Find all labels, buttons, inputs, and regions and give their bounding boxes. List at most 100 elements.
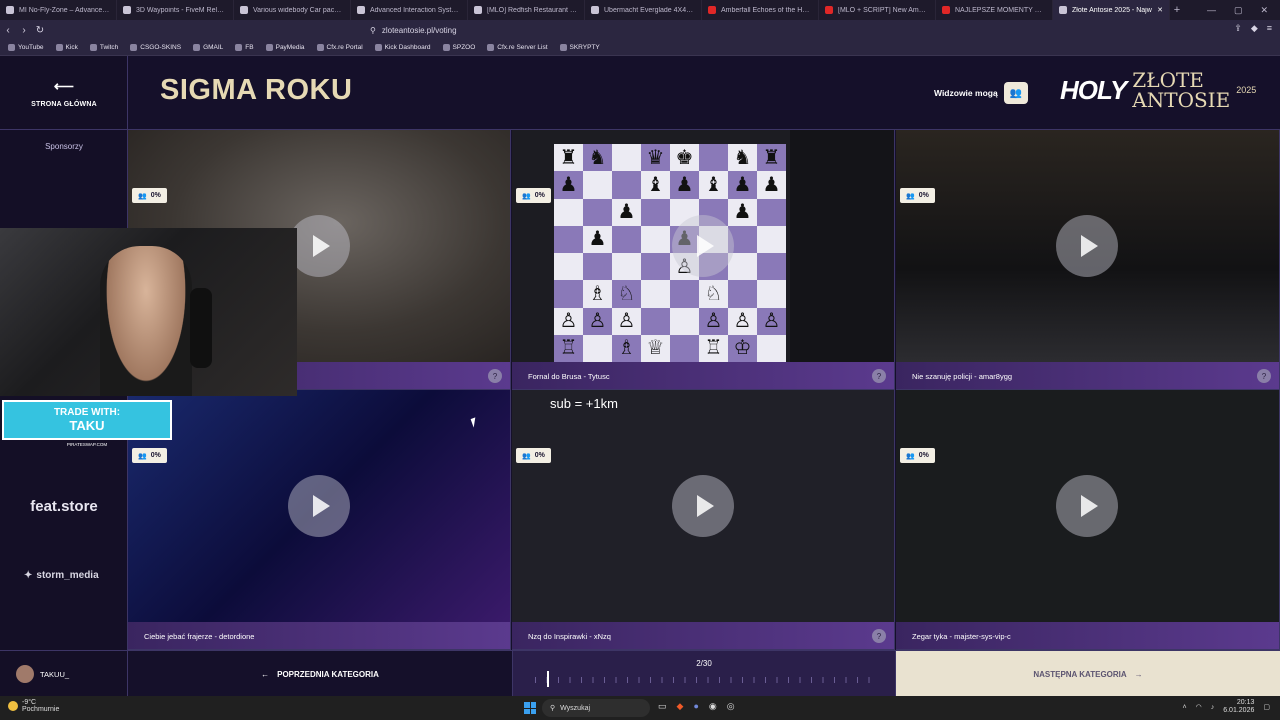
browser-tab[interactable]: Ubermacht Everglade 4X4 Wildtrai <box>585 0 702 20</box>
webcam-overlay <box>0 228 297 396</box>
browser-tab-active[interactable]: Złote Antosie 2025 - Najw ✕ <box>1053 0 1170 20</box>
notification-icon[interactable]: ▢ <box>1263 703 1270 711</box>
discord-icon[interactable]: ● <box>693 701 698 712</box>
bookmark-icon <box>130 44 138 51</box>
chevron-up-icon[interactable]: ˄ <box>1183 704 1187 711</box>
bookmark-icon <box>89 44 97 51</box>
browser-tab-bar: MI No-Fly-Zone – Advanced Airsp 3D Waypo… <box>0 0 1280 20</box>
browser-tab[interactable]: [MLO] Redfish Restaurant - BlackV <box>468 0 585 20</box>
window-controls: — ▢ ✕ <box>1207 5 1280 16</box>
previous-category-button[interactable]: ← POPRZEDNIA KATEGORIA <box>128 651 512 697</box>
sponsors-label: Sponsorzy <box>45 142 83 151</box>
close-window-icon[interactable]: ✕ <box>1260 5 1268 16</box>
vote-percent-badge: 👥 0% <box>516 188 551 203</box>
video-caption: Ciebie jebać frajerze - detordione <box>128 622 510 649</box>
file-explorer-icon[interactable]: ▭ <box>658 701 667 712</box>
video-card[interactable]: sub = +1km 👥 0% Nzq do Inspirawki - xNzq? <box>512 390 895 650</box>
user-profile[interactable]: TAKUU_ <box>0 651 128 697</box>
play-button[interactable] <box>672 215 734 277</box>
trade-box: TRADE WITH: TAKU <box>2 400 172 440</box>
system-tray: ˄ ◠ ♪ 20:13 6.01.2026 ▢ <box>1183 699 1270 715</box>
youtube-icon <box>825 6 833 14</box>
extension-icon[interactable]: ◆ <box>1251 23 1258 34</box>
bookmark-item[interactable]: YouTube <box>8 44 44 51</box>
current-category-marker <box>547 671 549 687</box>
site-icon <box>357 6 365 14</box>
volume-icon[interactable]: ♪ <box>1211 704 1215 711</box>
weather-widget[interactable]: -9°C Pochmurnie <box>8 699 59 713</box>
menu-icon[interactable]: ≡ <box>1267 23 1272 34</box>
bookmark-icon <box>8 44 15 51</box>
search-icon: ⚲ <box>550 705 556 712</box>
bookmark-item[interactable]: Cfx.re Portal <box>316 44 363 51</box>
browser-tab[interactable]: NAJLEPSZE MOMENTY POLSKIEGO <box>936 0 1053 20</box>
help-icon[interactable]: ? <box>872 629 886 643</box>
arrow-right-icon: → <box>1134 669 1143 679</box>
play-button[interactable] <box>1056 475 1118 537</box>
help-icon[interactable]: ? <box>872 369 886 383</box>
sponsor-feat-logo[interactable]: feat.store <box>0 498 128 515</box>
video-card[interactable]: 👥 0% Zegar tyka - majster-sys-vip-c <box>896 390 1280 650</box>
browser-tab[interactable]: [MLO + SCRIPT] New AmmuNatio <box>819 0 936 20</box>
vote-percent-badge: 👥 0% <box>132 188 167 203</box>
windows-start-icon[interactable] <box>524 702 536 714</box>
bookmark-item[interactable]: Cfx.re Server List <box>487 44 548 51</box>
reload-icon[interactable]: ↻ <box>32 25 48 36</box>
new-tab-button[interactable]: + <box>1170 4 1184 16</box>
minimize-icon[interactable]: — <box>1207 5 1216 16</box>
bookmark-item[interactable]: GMAIL <box>193 44 223 51</box>
home-link[interactable]: ⟵ STRONA GŁÓWNA <box>0 56 128 130</box>
viewers-vote-indicator: Widzowie mogą 👥 <box>934 82 1028 104</box>
bookmark-item[interactable]: Kick Dashboard <box>374 44 431 51</box>
windows-taskbar: -9°C Pochmurnie ⚲ Wyszukaj ▭ ◆ ● ◉ ◎ ˄ ◠ … <box>0 696 1280 720</box>
play-button[interactable] <box>672 475 734 537</box>
play-icon <box>313 235 330 257</box>
clock[interactable]: 20:13 6.01.2026 <box>1223 699 1254 715</box>
sponsor-storm-logo[interactable]: ✦ storm_media <box>24 570 99 581</box>
vote-percent-badge: 👥 0% <box>900 188 935 203</box>
bookmark-item[interactable]: Twitch <box>89 44 118 51</box>
bookmark-icon <box>235 44 243 51</box>
video-card[interactable]: 👥 0% Ciebie jebać frajerze - detordione <box>128 390 511 650</box>
obs-icon[interactable]: ◎ <box>727 701 735 712</box>
maximize-icon[interactable]: ▢ <box>1234 5 1243 16</box>
play-button[interactable] <box>288 215 350 277</box>
taskbar-search[interactable]: ⚲ Wyszukaj <box>542 699 650 717</box>
bookmark-icon <box>487 44 495 51</box>
brave-browser-icon[interactable]: ◆ <box>677 701 684 712</box>
browser-tab[interactable]: 3D Waypoints - FiveM Releases - C <box>117 0 234 20</box>
video-grid: 👥 0% ? ♜ ♞ ♛ ♚ ♞ ♜ ♟ ♝ ♟ ♝ ♟ ♟ ♟ ♟ ♟ ♟ ♙ ♗ ♘ ♘ ♙ ♙ ♙ ♙ ♙ ♙ ♖… <box>128 130 1280 650</box>
bookmark-item[interactable]: PayMedia <box>265 44 305 51</box>
play-button[interactable] <box>288 475 350 537</box>
bookmark-item[interactable]: Kick <box>55 44 78 51</box>
browser-tab[interactable]: Various widebody Car pack V5 - Fi <box>234 0 351 20</box>
steam-icon[interactable]: ◉ <box>709 701 717 712</box>
help-icon[interactable]: ? <box>1257 369 1271 383</box>
video-card[interactable]: ♜ ♞ ♛ ♚ ♞ ♜ ♟ ♝ ♟ ♝ ♟ ♟ ♟ ♟ ♟ ♟ ♙ ♗ ♘ ♘ ♙ ♙ ♙ ♙ ♙ ♙ ♖ ♗ ♕ ♖ ♔ 👥… <box>512 130 895 390</box>
close-tab-icon[interactable]: ✕ <box>1157 6 1163 14</box>
site-info-icon[interactable]: ⚲ <box>370 26 376 35</box>
bookmarks-bar: YouTube Kick Twitch CSGO-SKINS GMAIL FB … <box>0 40 1280 56</box>
bookmark-item[interactable]: CSGO-SKINS <box>130 44 181 51</box>
browser-tab[interactable]: Amberfall Echoes of the Headlight <box>702 0 819 20</box>
browser-tab[interactable]: Advanced Interaction System | Tar <box>351 0 468 20</box>
play-button[interactable] <box>1056 215 1118 277</box>
bookmark-item[interactable]: SPZOO <box>442 44 475 51</box>
back-icon[interactable]: ‹ <box>0 25 16 36</box>
category-title: SIGMA ROKU <box>160 74 353 106</box>
video-card[interactable]: 👥 0% Nie szanuję policji - amar8ygg? <box>896 130 1280 390</box>
category-progress-track[interactable] <box>535 671 875 687</box>
address-bar[interactable]: ⚲ zloteantosie.pl/voting <box>370 23 915 37</box>
play-icon <box>697 495 714 517</box>
page-header: SIGMA ROKU Widzowie mogą 👥 HOLY ZŁOTE AN… <box>128 56 1280 130</box>
vote-percent-badge: 👥 0% <box>900 448 935 463</box>
help-icon[interactable]: ? <box>488 369 502 383</box>
forward-icon[interactable]: › <box>16 25 32 36</box>
bookmark-item[interactable]: SKRYPTY <box>559 44 600 51</box>
share-icon[interactable]: ⇪ <box>1234 23 1242 34</box>
browser-tab[interactable]: MI No-Fly-Zone – Advanced Airsp <box>0 0 117 20</box>
next-category-button[interactable]: NASTĘPNA KATEGORIA → <box>896 651 1280 697</box>
bookmark-item[interactable]: FB <box>235 44 254 51</box>
network-icon[interactable]: ◠ <box>1196 703 1202 711</box>
users-icon[interactable]: 👥 <box>1003 82 1028 104</box>
